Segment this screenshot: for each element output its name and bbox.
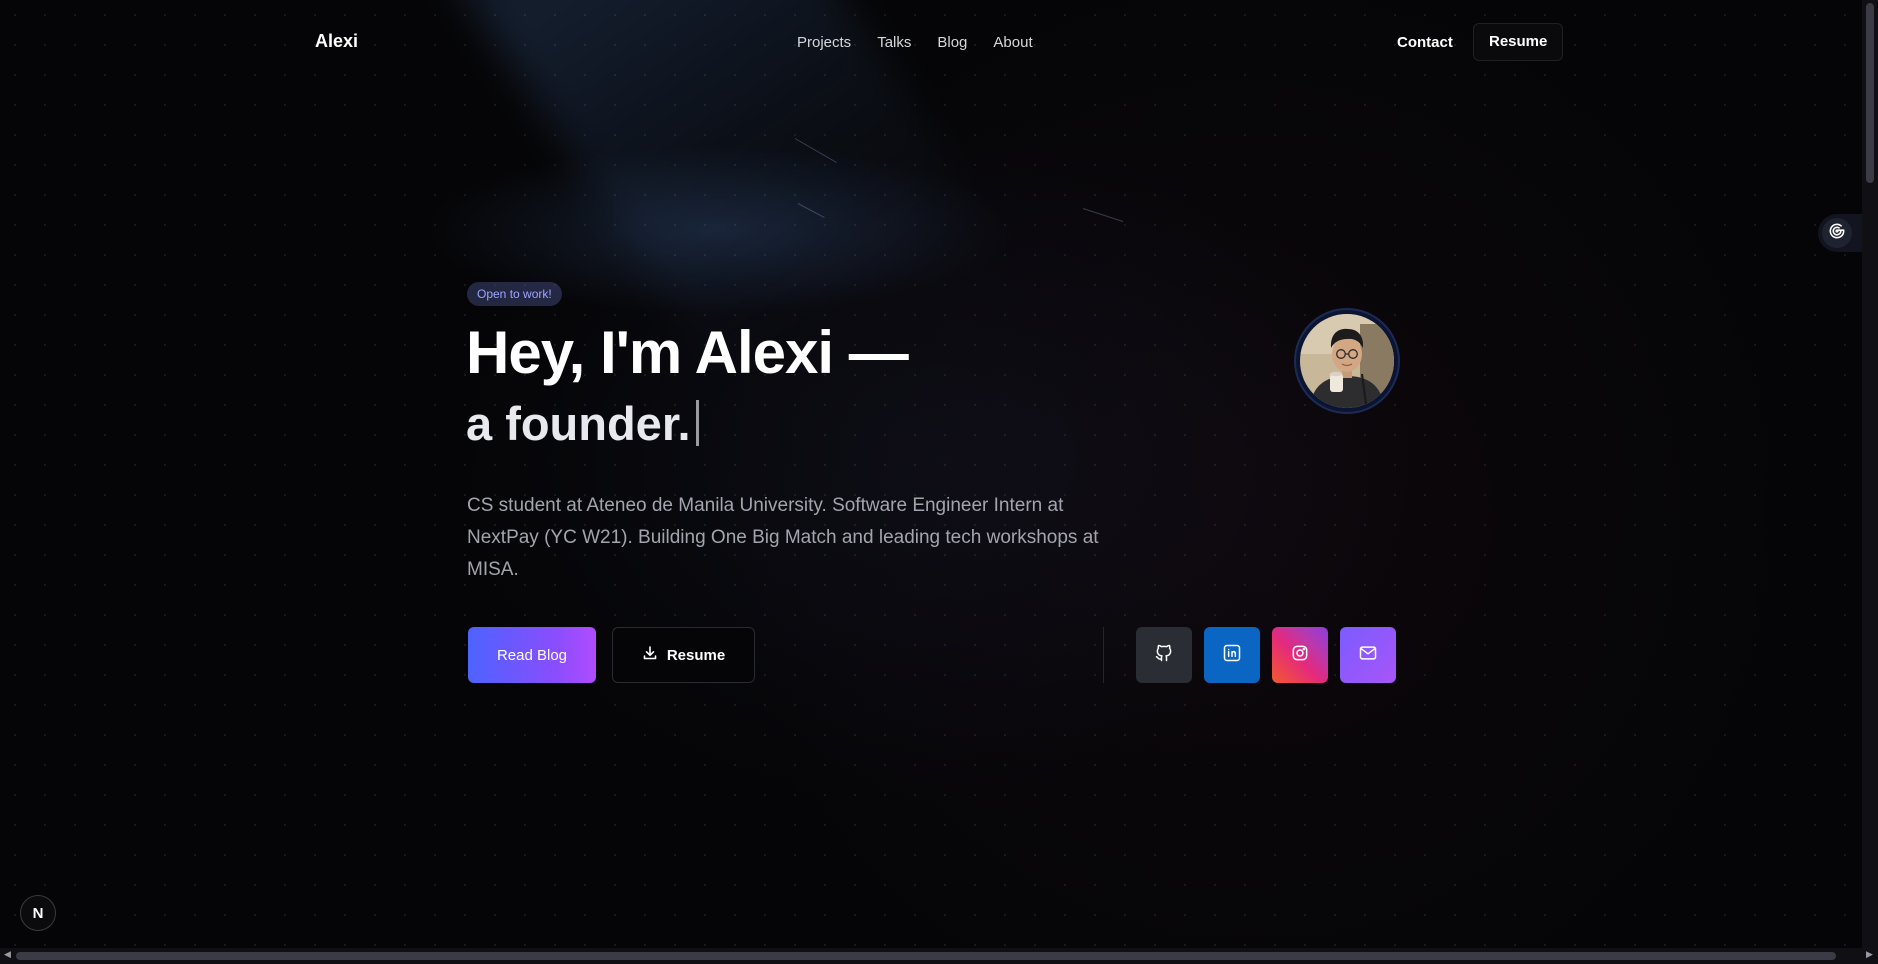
read-blog-button[interactable]: Read Blog bbox=[468, 627, 596, 683]
widget-icon-wrap bbox=[1822, 218, 1852, 248]
swirl-icon bbox=[1827, 221, 1847, 245]
nextjs-dev-badge[interactable]: N bbox=[20, 895, 56, 931]
mail-icon bbox=[1358, 643, 1378, 667]
linkedin-button[interactable] bbox=[1204, 627, 1260, 683]
scroll-right-icon[interactable]: ▶ bbox=[1866, 950, 1873, 960]
resume-download-button[interactable]: Resume bbox=[612, 627, 755, 683]
hero-subline: a founder. bbox=[466, 396, 699, 451]
status-badge: Open to work! bbox=[467, 282, 562, 306]
nav-link-about[interactable]: About bbox=[993, 34, 1032, 51]
nav-links: Projects Talks Blog About bbox=[797, 34, 1033, 51]
typed-role: a founder. bbox=[466, 397, 691, 450]
scroll-left-icon[interactable]: ◀ bbox=[4, 950, 11, 960]
brand-logo[interactable]: Alexi bbox=[315, 31, 358, 52]
hero-description: CS student at Ateneo de Manila Universit… bbox=[467, 495, 1099, 580]
instagram-button[interactable] bbox=[1272, 627, 1328, 683]
dot-grid bbox=[0, 0, 1878, 964]
nav-link-blog[interactable]: Blog bbox=[937, 34, 967, 51]
avatar-photo bbox=[1300, 314, 1394, 408]
hero-headline: Hey, I'm Alexi — bbox=[466, 319, 909, 386]
github-button[interactable] bbox=[1136, 627, 1192, 683]
nav-resume-button[interactable]: Resume bbox=[1473, 23, 1564, 61]
profile-avatar bbox=[1296, 310, 1398, 412]
email-button[interactable] bbox=[1340, 627, 1396, 683]
divider bbox=[1103, 627, 1104, 683]
download-icon bbox=[642, 645, 658, 665]
linkedin-icon bbox=[1222, 643, 1242, 667]
resume-label: Resume bbox=[666, 646, 726, 664]
nav-link-projects[interactable]: Projects bbox=[797, 34, 851, 51]
top-nav: Alexi Projects Talks Blog About Contact … bbox=[0, 18, 1862, 66]
github-icon bbox=[1154, 643, 1174, 667]
horizontal-scrollbar-thumb[interactable] bbox=[16, 952, 1836, 960]
instagram-icon bbox=[1290, 643, 1310, 667]
typing-cursor bbox=[695, 400, 699, 446]
vertical-scrollbar-thumb[interactable] bbox=[1866, 3, 1874, 183]
nav-link-talks[interactable]: Talks bbox=[877, 34, 911, 51]
floating-widget-button[interactable] bbox=[1818, 214, 1862, 252]
nav-contact-link[interactable]: Contact bbox=[1397, 34, 1453, 51]
